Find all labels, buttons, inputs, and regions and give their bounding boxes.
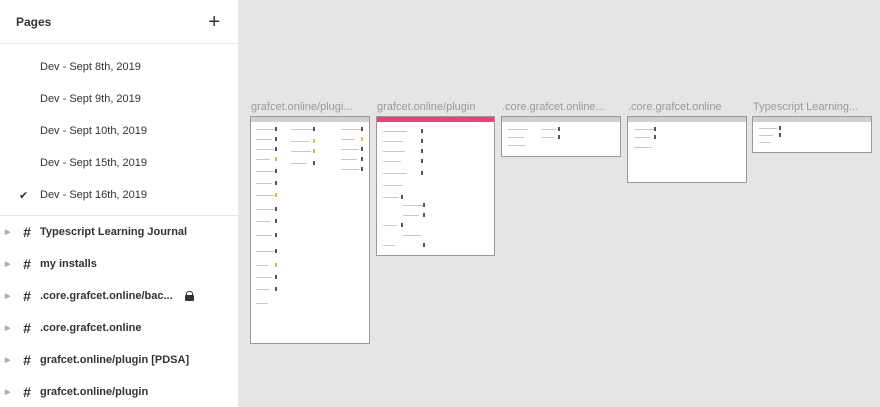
canvas-frame-thumbnail[interactable] <box>627 116 747 183</box>
frame-icon: # <box>23 224 31 240</box>
canvas-frame-label[interactable]: grafcet.online/plugin <box>377 101 491 113</box>
canvas-frame-label[interactable]: .core.grafcet.online <box>628 101 740 113</box>
layer-label: .core.grafcet.online/bac... <box>40 290 173 302</box>
pages-sidebar: Pages + Dev - Sept 8th, 2019 Dev - Sept … <box>0 0 239 407</box>
layer-typescript-learning-journal[interactable]: ▶ # Typescript Learning Journal <box>0 216 238 248</box>
layer-list: ▶ # Typescript Learning Journal ▶ # my i… <box>0 216 238 407</box>
caret-right-icon[interactable]: ▶ <box>0 228 14 236</box>
page-item-sept-15[interactable]: Dev - Sept 15th, 2019 <box>0 147 238 179</box>
frame-icon: # <box>23 256 31 272</box>
caret-right-icon[interactable]: ▶ <box>0 260 14 268</box>
caret-right-icon[interactable]: ▶ <box>0 388 14 396</box>
design-canvas[interactable]: grafcet.online/plugi... grafcet.online/p… <box>240 0 880 407</box>
page-item-label: Dev - Sept 8th, 2019 <box>40 61 141 73</box>
frame-icon: # <box>23 320 31 336</box>
frame-icon: # <box>23 288 31 304</box>
canvas-frame-label[interactable]: Typescript Learning... <box>753 101 871 113</box>
pages-title: Pages <box>16 14 52 29</box>
page-item-sept-9[interactable]: Dev - Sept 9th, 2019 <box>0 83 238 115</box>
layer-label: my installs <box>40 258 97 270</box>
checkmark-icon: ✔ <box>19 189 29 202</box>
layer-core-grafcet-bac[interactable]: ▶ # .core.grafcet.online/bac... <box>0 280 238 312</box>
pages-header: Pages + <box>0 0 238 44</box>
layer-label: grafcet.online/plugin <box>40 386 149 398</box>
page-item-sept-16[interactable]: ✔ Dev - Sept 16th, 2019 <box>0 179 238 211</box>
lock-icon[interactable] <box>184 291 194 301</box>
layer-core-grafcet-online[interactable]: ▶ # .core.grafcet.online <box>0 312 238 344</box>
layer-grafcet-plugin-pdsa[interactable]: ▶ # grafcet.online/plugin [PDSA] <box>0 344 238 376</box>
frame-icon: # <box>23 352 31 368</box>
page-item-label: Dev - Sept 16th, 2019 <box>40 189 148 201</box>
plus-icon[interactable]: + <box>208 12 220 32</box>
page-item-label: Dev - Sept 9th, 2019 <box>40 93 141 105</box>
canvas-frame-thumbnail[interactable] <box>752 116 872 153</box>
page-list: Dev - Sept 8th, 2019 Dev - Sept 9th, 201… <box>0 44 238 216</box>
page-item-label: Dev - Sept 10th, 2019 <box>40 125 148 137</box>
layer-label: Typescript Learning Journal <box>40 226 188 238</box>
canvas-frame-label[interactable]: .core.grafcet.online... <box>502 101 617 113</box>
frame-icon: # <box>23 384 31 400</box>
layer-label: .core.grafcet.online <box>40 322 142 334</box>
caret-right-icon[interactable]: ▶ <box>0 324 14 332</box>
page-item-sept-10[interactable]: Dev - Sept 10th, 2019 <box>0 115 238 147</box>
caret-right-icon[interactable]: ▶ <box>0 292 14 300</box>
canvas-frame-thumbnail[interactable] <box>501 116 621 157</box>
canvas-frame-label[interactable]: grafcet.online/plugi... <box>251 101 363 113</box>
layer-my-installs[interactable]: ▶ # my installs <box>0 248 238 280</box>
canvas-frame-thumbnail[interactable] <box>376 116 495 256</box>
page-item-sept-8[interactable]: Dev - Sept 8th, 2019 <box>0 51 238 83</box>
page-item-label: Dev - Sept 15th, 2019 <box>40 157 148 169</box>
layer-label: grafcet.online/plugin [PDSA] <box>40 354 190 366</box>
layer-grafcet-plugin[interactable]: ▶ # grafcet.online/plugin <box>0 376 238 407</box>
caret-right-icon[interactable]: ▶ <box>0 356 14 364</box>
canvas-frame-thumbnail[interactable] <box>250 116 370 344</box>
